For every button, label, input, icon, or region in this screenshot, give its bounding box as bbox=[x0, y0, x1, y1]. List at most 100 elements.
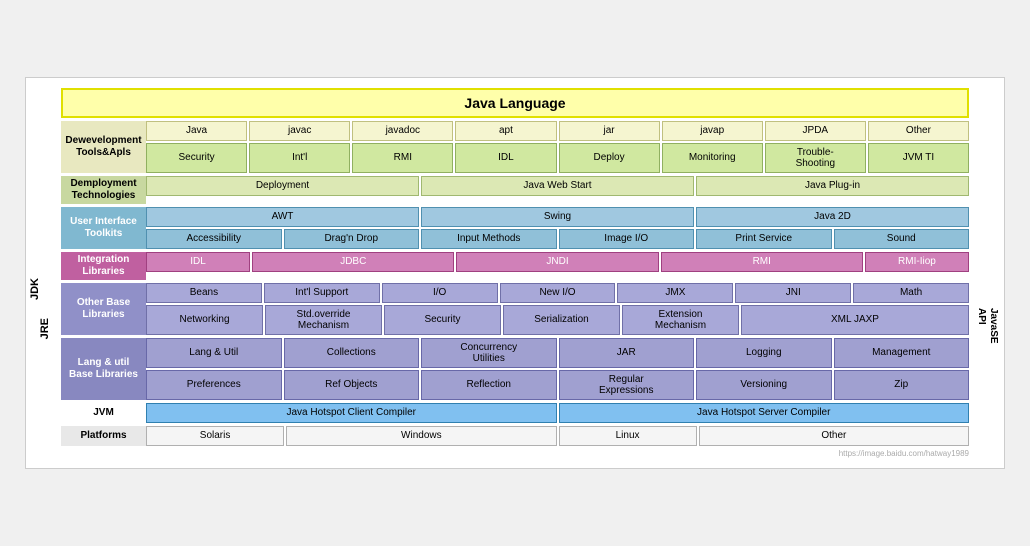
integ-layer: IntegrationLibraries IDL JDBC JNDI RMI R… bbox=[61, 252, 969, 280]
cell-concurrency: ConcurrencyUtilities bbox=[421, 338, 557, 368]
cell-rmi-iiop: RMI-Iiop bbox=[865, 252, 969, 272]
cell-reflection: Reflection bbox=[421, 370, 557, 400]
dev-tools-row1: Java javac javadoc apt jar javap JPDA Ot… bbox=[146, 121, 969, 141]
cell-versioning: Versioning bbox=[696, 370, 832, 400]
ui-row2: Accessibility Drag'n Drop Input Methods … bbox=[146, 229, 969, 249]
ui-layer: User InterfaceToolkits AWT Swing Java 2D… bbox=[61, 207, 969, 249]
jdk-label-area: JDK JRE bbox=[29, 238, 47, 418]
cell-zip: Zip bbox=[834, 370, 970, 400]
cell-jdbc: JDBC bbox=[252, 252, 454, 272]
cell-regex: RegularExpressions bbox=[559, 370, 695, 400]
cell-idl: IDL bbox=[455, 143, 556, 173]
cell-dragndrop: Drag'n Drop bbox=[284, 229, 420, 249]
cell-troubleshooting: Trouble-Shooting bbox=[765, 143, 866, 173]
platform-content: Solaris Windows Linux Other bbox=[146, 426, 969, 446]
lang-content: Lang & Util Collections ConcurrencyUtili… bbox=[146, 338, 969, 400]
main-content: Java Language DewevelopmentTools&Apls Ja… bbox=[61, 88, 969, 458]
base-row2: Networking Std.overrideMechanism Securit… bbox=[146, 305, 969, 335]
javase-label-area: JavaSEAPI bbox=[973, 233, 1001, 418]
lang-row2: Preferences Ref Objects Reflection Regul… bbox=[146, 370, 969, 400]
deploy-layer: DemploymentTechnologies Deployment Java … bbox=[61, 176, 969, 204]
cell-other: Other bbox=[868, 121, 969, 141]
cell-rmi: RMI bbox=[352, 143, 453, 173]
jre-label: JRE bbox=[39, 318, 51, 339]
cell-solaris: Solaris bbox=[146, 426, 284, 446]
cell-hotspot-server: Java Hotspot Server Compiler bbox=[559, 403, 970, 423]
lang-layer: Lang & utilBase Libraries Lang & Util Co… bbox=[61, 338, 969, 400]
cell-ext-mechanism: ExtensionMechanism bbox=[622, 305, 739, 335]
cell-apt: apt bbox=[455, 121, 556, 141]
cell-collections: Collections bbox=[284, 338, 420, 368]
cell-monitoring: Monitoring bbox=[662, 143, 763, 173]
jvm-row: Java Hotspot Client Compiler Java Hotspo… bbox=[146, 403, 969, 423]
cell-image-io: Image I/O bbox=[559, 229, 695, 249]
cell-javac: javac bbox=[249, 121, 350, 141]
cell-jar: JAR bbox=[559, 338, 695, 368]
java-language-bar: Java Language bbox=[61, 88, 969, 118]
cell-logging: Logging bbox=[696, 338, 832, 368]
ui-row1: AWT Swing Java 2D bbox=[146, 207, 969, 227]
cell-management: Management bbox=[834, 338, 970, 368]
cell-jvmti: JVM TI bbox=[868, 143, 969, 173]
cell-deployment: Deployment bbox=[146, 176, 419, 196]
base-row1: Beans Int'l Support I/O New I/O JMX JNI … bbox=[146, 283, 969, 303]
cell-math: Math bbox=[853, 283, 969, 303]
cell-windows: Windows bbox=[286, 426, 556, 446]
cell-awt: AWT bbox=[146, 207, 419, 227]
ui-label: User InterfaceToolkits bbox=[61, 207, 146, 249]
cell-java: Java bbox=[146, 121, 247, 141]
platform-layer: Platforms Solaris Windows Linux Other bbox=[61, 426, 969, 446]
jvm-label: JVM bbox=[61, 403, 146, 423]
lang-row1: Lang & Util Collections ConcurrencyUtili… bbox=[146, 338, 969, 368]
cell-java-plugin: Java Plug-in bbox=[696, 176, 969, 196]
cell-other-platform: Other bbox=[699, 426, 969, 446]
cell-preferences: Preferences bbox=[146, 370, 282, 400]
integ-row: IDL JDBC JNDI RMI RMI-Iiop bbox=[146, 252, 969, 272]
cell-std-override: Std.overrideMechanism bbox=[265, 305, 382, 335]
cell-io: I/O bbox=[382, 283, 498, 303]
cell-xml-jaxp: XML JAXP bbox=[741, 305, 969, 335]
dev-tools-layer: DewevelopmentTools&Apls Java javac javad… bbox=[61, 121, 969, 173]
cell-jpda: JPDA bbox=[765, 121, 866, 141]
cell-ref-objects: Ref Objects bbox=[284, 370, 420, 400]
ui-content: AWT Swing Java 2D Accessibility Drag'n D… bbox=[146, 207, 969, 249]
cell-serialization: Serialization bbox=[503, 305, 620, 335]
base-content: Beans Int'l Support I/O New I/O JMX JNI … bbox=[146, 283, 969, 335]
cell-security-base: Security bbox=[384, 305, 501, 335]
cell-networking: Networking bbox=[146, 305, 263, 335]
deploy-label: DemploymentTechnologies bbox=[61, 176, 146, 204]
cell-rmi-integ: RMI bbox=[661, 252, 863, 272]
lang-label: Lang & utilBase Libraries bbox=[61, 338, 146, 400]
cell-swing: Swing bbox=[421, 207, 694, 227]
javase-label: JavaSEAPI bbox=[975, 308, 999, 344]
cell-sound: Sound bbox=[834, 229, 970, 249]
cell-beans: Beans bbox=[146, 283, 262, 303]
base-label: Other BaseLibraries bbox=[61, 283, 146, 335]
cell-jmx: JMX bbox=[617, 283, 733, 303]
cell-linux: Linux bbox=[559, 426, 697, 446]
jvm-content: Java Hotspot Client Compiler Java Hotspo… bbox=[146, 403, 969, 423]
cell-java-web-start: Java Web Start bbox=[421, 176, 694, 196]
deploy-row: Deployment Java Web Start Java Plug-in bbox=[146, 176, 969, 196]
platform-row: Solaris Windows Linux Other bbox=[146, 426, 969, 446]
cell-intl: Int'l bbox=[249, 143, 350, 173]
cell-jndi: JNDI bbox=[456, 252, 658, 272]
base-layer: Other BaseLibraries Beans Int'l Support … bbox=[61, 283, 969, 335]
cell-lang-util: Lang & Util bbox=[146, 338, 282, 368]
cell-print-service: Print Service bbox=[696, 229, 832, 249]
cell-java2d: Java 2D bbox=[696, 207, 969, 227]
integ-label: IntegrationLibraries bbox=[61, 252, 146, 280]
jvm-layer: JVM Java Hotspot Client Compiler Java Ho… bbox=[61, 403, 969, 423]
cell-security: Security bbox=[146, 143, 247, 173]
cell-javap: javap bbox=[662, 121, 763, 141]
cell-idl-integ: IDL bbox=[146, 252, 250, 272]
cell-accessibility: Accessibility bbox=[146, 229, 282, 249]
cell-javadoc: javadoc bbox=[352, 121, 453, 141]
jdk-label: JDK bbox=[29, 278, 41, 300]
dev-tools-row2: Security Int'l RMI IDL Deploy Monitoring… bbox=[146, 143, 969, 173]
cell-input-methods: Input Methods bbox=[421, 229, 557, 249]
cell-jar: jar bbox=[559, 121, 660, 141]
integ-content: IDL JDBC JNDI RMI RMI-Iiop bbox=[146, 252, 969, 280]
cell-hotspot-client: Java Hotspot Client Compiler bbox=[146, 403, 557, 423]
diagram-wrapper: JDK JRE JavaSEAPI Java Language Dewevelo… bbox=[25, 77, 1005, 469]
